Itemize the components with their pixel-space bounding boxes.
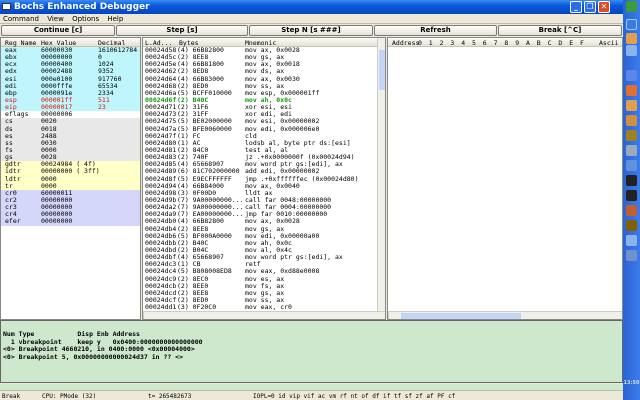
ie-icon[interactable] [626, 19, 637, 30]
register-row[interactable]: efer 00000000 [1, 217, 140, 226]
memory-col-header[interactable]: 7 [494, 39, 498, 47]
register-row[interactable]: ds 0018 [1, 125, 140, 133]
register-hex: 00000000 [41, 217, 73, 226]
memory-header: Address 0 1 2 3 4 5 6 7 8 9 A B C D E F Ascii [388, 38, 622, 47]
task-icon[interactable] [626, 130, 637, 141]
close-button[interactable]: ✕ [598, 1, 610, 13]
status-ticks: t= 265482673 [148, 393, 192, 400]
memory-col-header[interactable]: C [548, 39, 552, 47]
minimize-button[interactable]: _ [570, 1, 582, 13]
register-decimal: 1610612784 [98, 46, 138, 54]
status-flags: IOPL=0 id vip vif ac vm rf nt of df if t… [253, 393, 456, 400]
output-line: Num Type Disp Enb Address [3, 330, 140, 338]
register-row[interactable]: eflags 00000006 [1, 111, 140, 119]
debugger-window: Bochs Enhanced Debugger _ ❐ ✕ Command Vi… [0, 0, 623, 400]
memory-col-header[interactable]: 1 [429, 39, 433, 47]
taskbar: 13:50 [623, 0, 640, 400]
memory-col-header[interactable]: Address [392, 39, 419, 47]
register-row[interactable]: idtr 00000000 ( 3ff) [1, 168, 140, 176]
console-icon[interactable] [626, 190, 637, 201]
memory-panel: Address 0 1 2 3 4 5 6 7 8 9 A B C D E F Ascii [387, 37, 623, 320]
window-title: Bochs Enhanced Debugger [14, 2, 150, 12]
memory-col-header[interactable]: Ascii [599, 39, 619, 47]
break-button[interactable]: Break [^C] [498, 25, 622, 36]
task-icon[interactable] [626, 235, 637, 246]
output-line: <0> Breakpoint 4660210, in 0400:0000 <0x… [3, 345, 195, 353]
task-icon[interactable] [626, 250, 637, 261]
app-icon[interactable] [626, 45, 637, 56]
disassembly-panel: L.Ad... Bytes Mnemonic 00024d58 (4) 66B82… [142, 37, 386, 320]
menu-help[interactable]: Help [107, 15, 123, 23]
status-cpu-mode: CPU: PMode (32) [42, 393, 97, 400]
output-line: <0> Breakpoint 5, 0x00000000000024d37 in… [3, 352, 184, 361]
register-row[interactable]: cs 0020 [1, 118, 140, 126]
task-icon[interactable] [626, 115, 637, 126]
disasm-vertical-scrollbar[interactable] [377, 38, 385, 313]
firefox-icon[interactable] [626, 85, 637, 96]
memory-horizontal-scrollbar[interactable] [388, 311, 622, 319]
memory-col-header[interactable]: 2 [440, 39, 444, 47]
task-icon[interactable] [626, 70, 637, 81]
memory-col-header[interactable]: B [537, 39, 541, 47]
menu-view[interactable]: View [47, 15, 64, 23]
title-bar: Bochs Enhanced Debugger _ ❐ ✕ [0, 0, 623, 14]
memory-col-header[interactable]: 0 [418, 39, 422, 47]
memory-col-header[interactable]: A [526, 39, 530, 47]
register-row[interactable]: ss 0030 [1, 139, 140, 147]
memory-col-header[interactable]: 4 [461, 39, 465, 47]
register-name: efer [5, 217, 21, 226]
bochs-icon[interactable] [626, 220, 637, 231]
refresh-button[interactable]: Refresh [374, 25, 497, 36]
task-icon[interactable] [626, 160, 637, 171]
menu-options[interactable]: Options [72, 15, 99, 23]
memory-col-header[interactable]: 6 [483, 39, 487, 47]
status-bar: Break CPU: PMode (32) t= 265482673 IOPL=… [0, 390, 623, 400]
register-row[interactable]: es 2488 [1, 132, 140, 140]
register-panel: Reg Name Hex Value Decimal eax 60000030 16… [0, 37, 141, 320]
task-icon[interactable] [626, 100, 637, 111]
maximize-button[interactable]: ❐ [584, 1, 596, 13]
memory-col-header[interactable]: E [569, 39, 573, 47]
register-row[interactable]: ldtr 0000 [1, 175, 140, 183]
task-icon[interactable] [626, 205, 637, 216]
memory-col-header[interactable]: 5 [472, 39, 476, 47]
register-row[interactable]: fs 0000 [1, 146, 140, 155]
app-icon[interactable] [626, 33, 637, 44]
start-icon[interactable] [626, 1, 637, 12]
continue-button[interactable]: Continue [c] [1, 25, 115, 36]
memory-col-header[interactable]: D [558, 39, 562, 47]
task-icon[interactable] [626, 145, 637, 156]
menu-bar: Command View Options Help [0, 14, 623, 24]
output-console: Num Type Disp Enb Address 1 vbreakpoint … [0, 320, 623, 383]
memory-col-header[interactable]: 9 [515, 39, 519, 47]
app-icon [2, 3, 11, 10]
register-decimal: 23 [98, 103, 106, 112]
console-icon[interactable] [626, 175, 637, 186]
memory-col-header[interactable]: 3 [450, 39, 454, 47]
clock: 13:50 [623, 380, 640, 386]
step-n-button[interactable]: Step N [s ###] [249, 25, 373, 36]
menu-command[interactable]: Command [3, 15, 39, 23]
output-line: 1 vbreakpoint keep y 0x0400:000000000000… [3, 337, 203, 346]
memory-col-header[interactable]: F [580, 39, 584, 47]
disasm-horizontal-scrollbar[interactable] [143, 311, 385, 319]
status-state: Break [2, 393, 21, 400]
memory-col-header[interactable]: 8 [504, 39, 508, 47]
step-button[interactable]: Step [s] [116, 25, 248, 36]
